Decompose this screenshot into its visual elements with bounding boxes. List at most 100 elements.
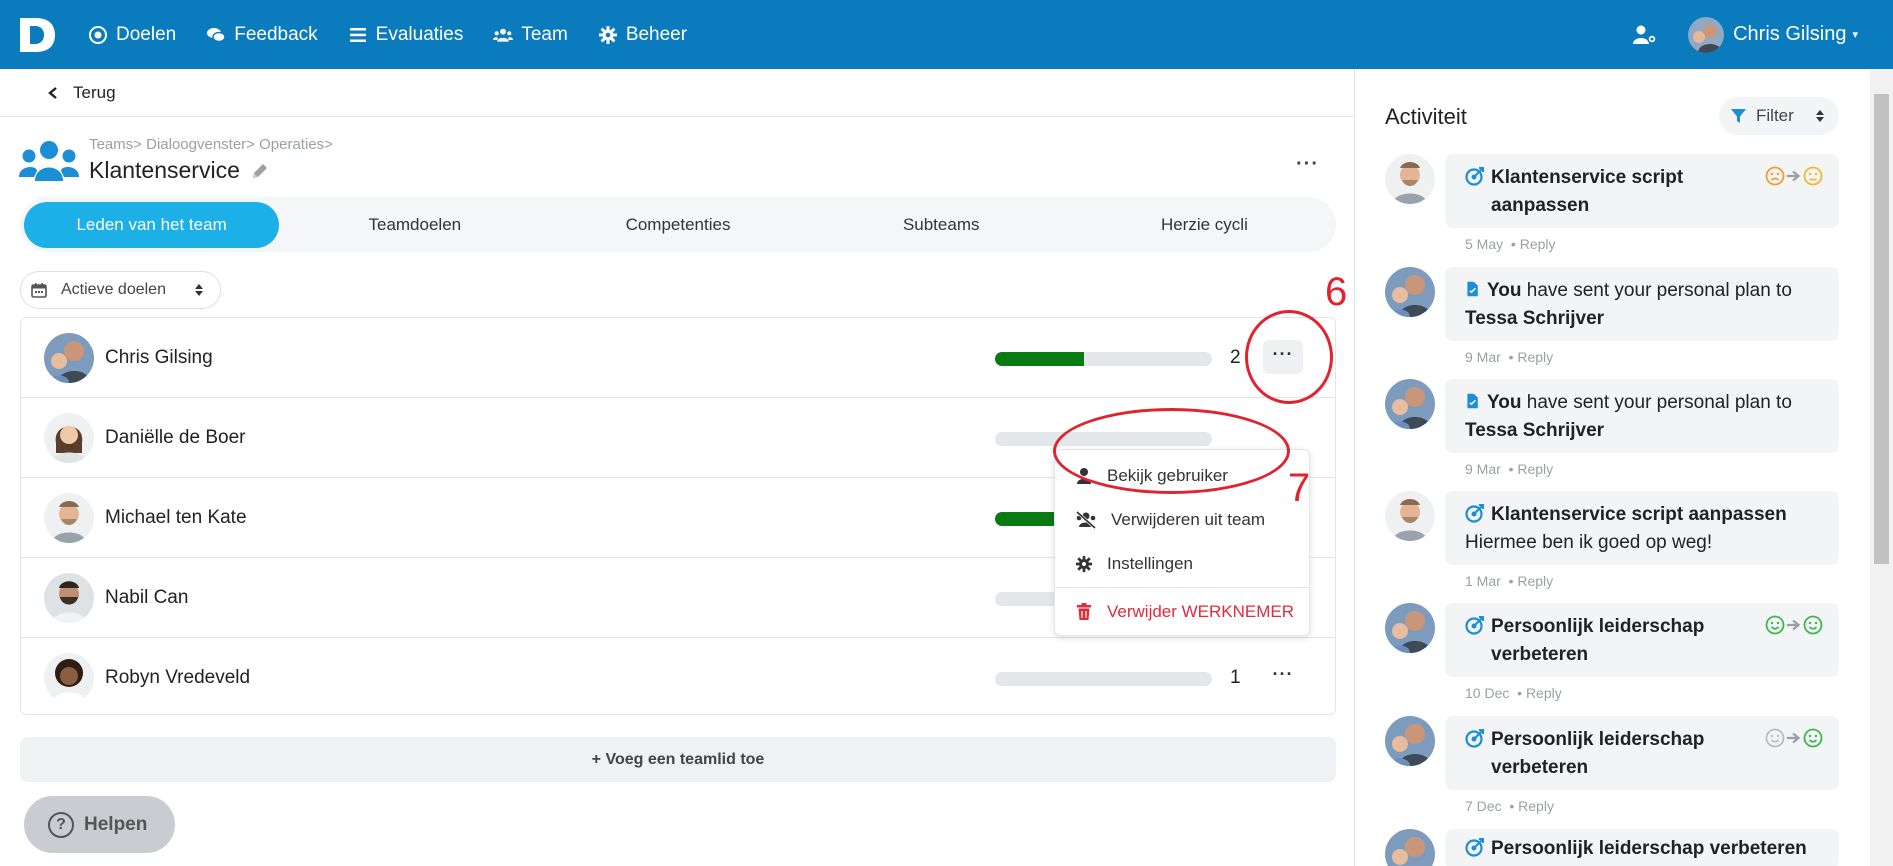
activity-bubble[interactable]: Klantenservice script aanpassen Hiermee b…	[1445, 491, 1839, 565]
activity-goal-title[interactable]: Klantenservice script aanpassen	[1491, 504, 1787, 525]
table-row[interactable]: Robyn Vredeveld 1 ···	[21, 638, 1335, 718]
activity-bubble[interactable]: Persoonlijk leiderschap verbeteren	[1445, 716, 1839, 790]
user-name: Chris Gilsing	[1733, 23, 1847, 45]
user-menu[interactable]: Chris Gilsing ▾	[1733, 23, 1858, 46]
arrow-right-icon	[1786, 732, 1801, 744]
users-slash-icon	[1076, 511, 1096, 529]
tab-subteams[interactable]: Subteams	[814, 202, 1069, 248]
activity-date: 1 Mar	[1465, 573, 1501, 589]
add-team-member-button[interactable]: + Voeg een teamlid toe	[20, 737, 1336, 782]
member-name[interactable]: Robyn Vredeveld	[105, 667, 250, 689]
goal-progress-bar	[995, 352, 1212, 366]
activity-bubble[interactable]: You have sent your personal plan to Tess…	[1445, 267, 1839, 341]
nav-item-beheer[interactable]: Beheer	[598, 24, 687, 46]
nav-item-evaluaties[interactable]: Evaluaties	[348, 24, 463, 46]
activity-goal-title[interactable]: Persoonlijk leiderschap verbeteren	[1491, 838, 1807, 859]
reply-link[interactable]: Reply	[1517, 461, 1553, 477]
breadcrumb[interactable]: Teams> Dialoogvenster> Operaties>	[89, 136, 333, 153]
activity-goal-title[interactable]: Klantenservice script aanpassen	[1491, 164, 1721, 220]
activity-date: 9 Mar	[1465, 349, 1501, 365]
mood-change	[1765, 166, 1823, 186]
reply-link[interactable]: Reply	[1517, 573, 1553, 589]
main-nav: Doelen Feedback Evaluaties Team Beheer	[88, 0, 717, 69]
more-options-button[interactable]: ···	[1296, 153, 1319, 176]
menu-item-settings[interactable]: Instellingen	[1055, 542, 1309, 586]
avatar	[44, 653, 94, 703]
progress-fill	[995, 352, 1084, 366]
member-name[interactable]: Chris Gilsing	[105, 347, 213, 369]
calendar-icon	[31, 283, 47, 298]
activity-goal-title[interactable]: Persoonlijk leiderschap verbeteren	[1491, 613, 1731, 669]
activity-recipient[interactable]: Tessa Schrijver	[1465, 308, 1604, 329]
reply-link[interactable]: Reply	[1526, 685, 1562, 701]
scrollbar[interactable]	[1870, 69, 1893, 866]
avatar[interactable]	[1688, 16, 1725, 53]
menu-item-remove-from-team[interactable]: Verwijderen uit team	[1055, 498, 1309, 542]
activity-goal-title[interactable]: Persoonlijk leiderschap verbeteren	[1491, 726, 1731, 782]
avatar	[1385, 716, 1435, 766]
filter-value: Actieve doelen	[61, 281, 166, 298]
file-icon	[1467, 393, 1478, 409]
trash-icon	[1077, 603, 1091, 620]
avatar	[1385, 267, 1435, 317]
mood-change	[1765, 615, 1823, 635]
tab-members[interactable]: Leden van het team	[24, 201, 280, 248]
activity-meta: 1 Mar • Reply	[1465, 573, 1554, 589]
activity-bubble[interactable]: Persoonlijk leiderschap verbeteren	[1445, 603, 1839, 677]
arrow-right-icon	[1786, 170, 1801, 182]
activity-bubble[interactable]: You have sent your personal plan to Tess…	[1445, 379, 1839, 453]
goal-filter-select[interactable]: Actieve doelen	[20, 271, 221, 309]
back-label: Terug	[73, 82, 116, 102]
progress-fill	[995, 512, 1061, 526]
activity-bubble[interactable]: Persoonlijk leiderschap verbeteren	[1445, 829, 1839, 866]
sort-icon	[1816, 110, 1824, 122]
page-title: Klantenservice	[89, 157, 270, 184]
nav-item-label: Doelen	[116, 23, 177, 45]
table-row[interactable]: Chris Gilsing 2 ···	[21, 318, 1335, 398]
user-settings-icon[interactable]	[1632, 24, 1658, 46]
goal-icon	[1465, 616, 1484, 635]
activity-title: Activiteit	[1385, 104, 1467, 129]
activity-panel: Activiteit Filter Klantenservice script …	[1356, 69, 1870, 866]
back-link[interactable]: Terug	[0, 69, 1355, 117]
scrollbar-thumb[interactable]	[1874, 94, 1889, 564]
nav-item-team[interactable]: Team	[493, 24, 568, 46]
tab-review-cycles[interactable]: Herzie cycli	[1077, 202, 1332, 248]
nav-item-doelen[interactable]: Doelen	[88, 24, 176, 46]
member-name[interactable]: Nabil Can	[105, 587, 188, 609]
activity-date: 10 Dec	[1465, 685, 1510, 701]
annotation-number-6: 6	[1325, 270, 1348, 314]
activity-comment: Hiermee ben ik goed op weg!	[1465, 532, 1713, 553]
activity-text: have sent your personal plan to	[1521, 280, 1792, 301]
help-button[interactable]: ? Helpen	[24, 796, 175, 853]
avatar	[1385, 491, 1435, 541]
caret-down-icon: ▾	[1852, 29, 1858, 41]
filter-label: Filter	[1756, 106, 1794, 125]
member-name[interactable]: Michael ten Kate	[105, 507, 247, 529]
reply-link[interactable]: Reply	[1517, 349, 1553, 365]
pencil-icon[interactable]	[250, 161, 270, 181]
activity-bubble[interactable]: Klantenservice script aanpassen	[1445, 154, 1839, 228]
top-navbar: Doelen Feedback Evaluaties Team Beheer C…	[0, 0, 1893, 69]
activity-filter-select[interactable]: Filter	[1719, 97, 1839, 135]
target-icon	[89, 25, 107, 44]
smile-face-icon	[1765, 728, 1785, 748]
reply-link[interactable]: Reply	[1518, 798, 1554, 814]
tab-team-goals[interactable]: Teamdoelen	[287, 202, 542, 248]
users-icon	[493, 28, 514, 42]
avatar	[44, 333, 94, 383]
team-name: Klantenservice	[89, 157, 240, 183]
reply-link[interactable]: Reply	[1520, 236, 1556, 252]
activity-recipient[interactable]: Tessa Schrijver	[1465, 420, 1604, 441]
row-actions-button[interactable]: ···	[1263, 660, 1303, 694]
app-logo[interactable]	[16, 14, 58, 56]
tab-competencies[interactable]: Competenties	[550, 202, 805, 248]
sort-icon	[195, 284, 203, 296]
nav-item-feedback[interactable]: Feedback	[206, 24, 318, 46]
activity-date: 9 Mar	[1465, 461, 1501, 477]
menu-item-delete-employee[interactable]: Verwijder WERKNEMER	[1055, 590, 1309, 634]
annotation-circle-6	[1245, 310, 1333, 404]
member-name[interactable]: Daniëlle de Boer	[105, 427, 245, 449]
avatar	[1385, 154, 1435, 204]
menu-item-label: Instellingen	[1107, 554, 1194, 573]
